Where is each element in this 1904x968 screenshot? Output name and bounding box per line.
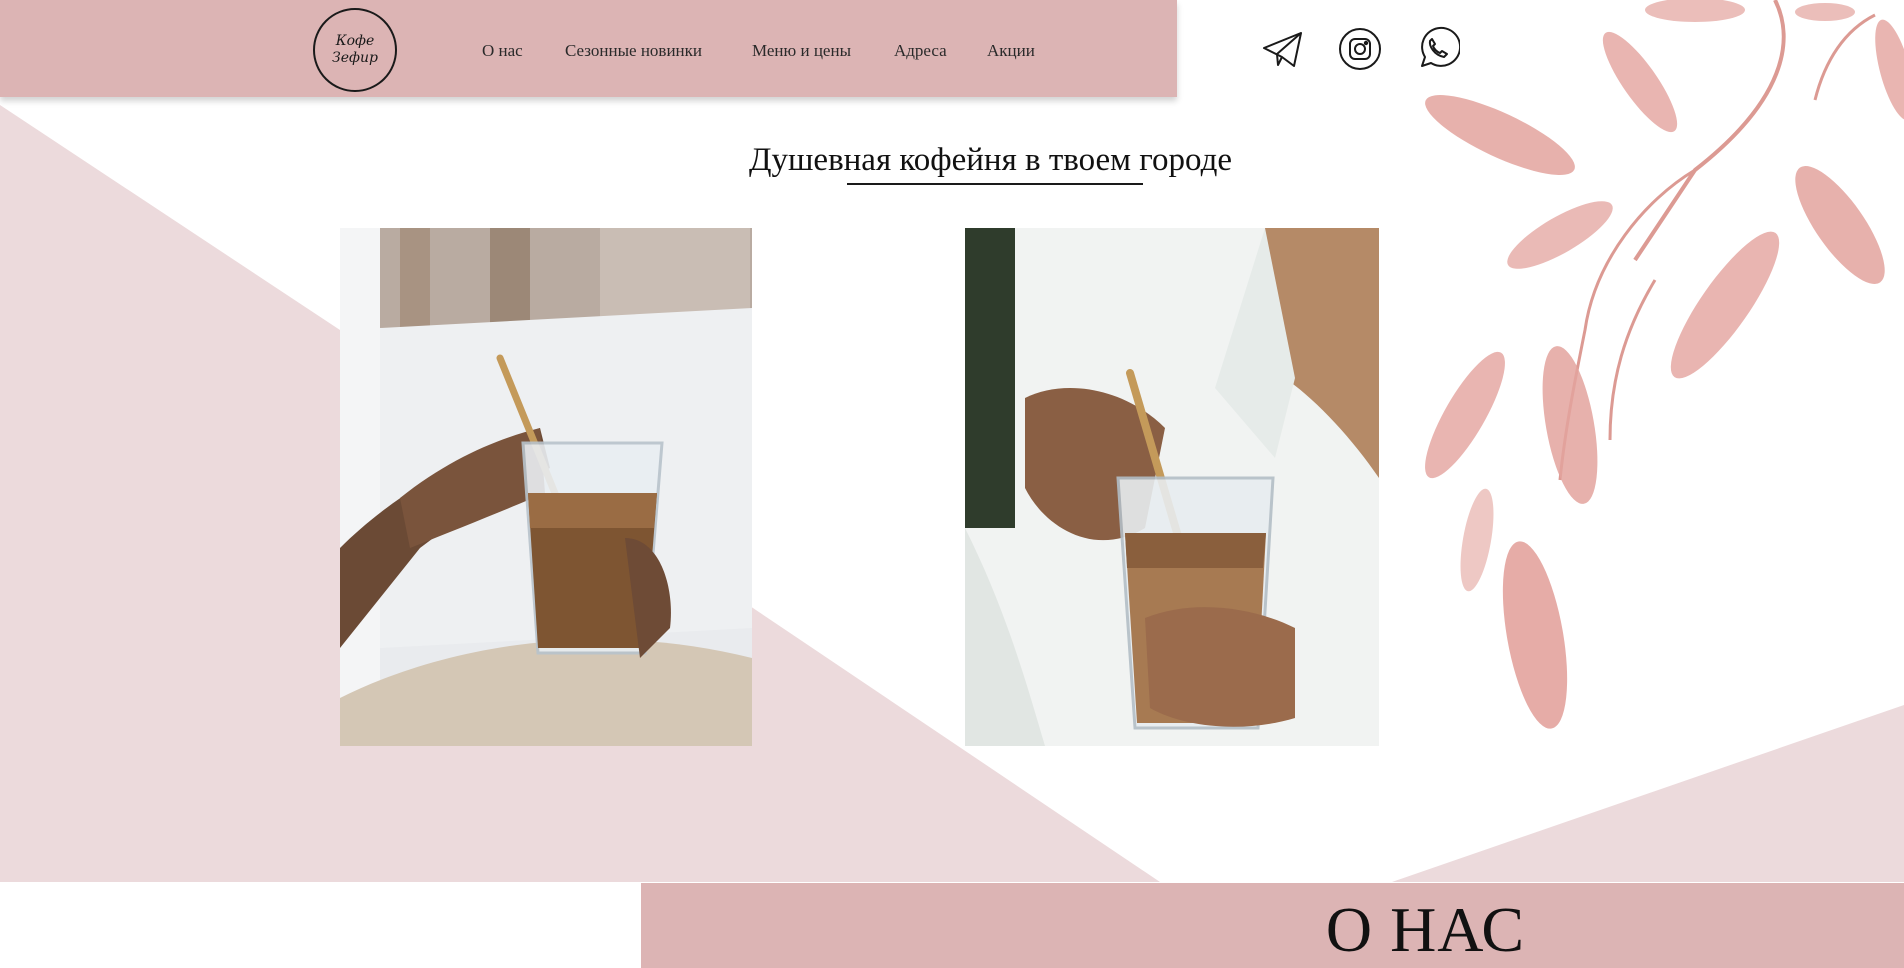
telegram-icon[interactable] — [1260, 26, 1306, 72]
leaves-decoration — [1425, 0, 1904, 729]
nav-link-seasonal[interactable]: Сезонные новинки — [565, 41, 702, 61]
top-navbar: Кофе Зефир О нас Сезонные новинки Меню и… — [0, 0, 1177, 97]
logo-line-1: Кофе — [335, 33, 375, 49]
logo-line-2: Зефир — [332, 50, 378, 66]
coffee-photo-2 — [965, 228, 1379, 746]
coffee-photo-1 — [340, 228, 752, 746]
hero-title-underline — [847, 183, 1143, 185]
nav-link-about[interactable]: О нас — [482, 41, 523, 61]
instagram-icon[interactable] — [1337, 26, 1383, 72]
about-title: О НАС — [1325, 894, 1525, 965]
whatsapp-icon[interactable] — [1414, 26, 1462, 72]
hero-title: Душевная кофейня в твоем городе — [749, 142, 1233, 178]
nav-link-menu-prices[interactable]: Меню и цены — [752, 41, 851, 61]
nav-link-promotions[interactable]: Акции — [987, 41, 1035, 61]
about-section-banner: О НАС — [641, 883, 1904, 968]
logo[interactable]: Кофе Зефир — [313, 8, 397, 92]
nav-link-addresses[interactable]: Адреса — [894, 41, 947, 61]
